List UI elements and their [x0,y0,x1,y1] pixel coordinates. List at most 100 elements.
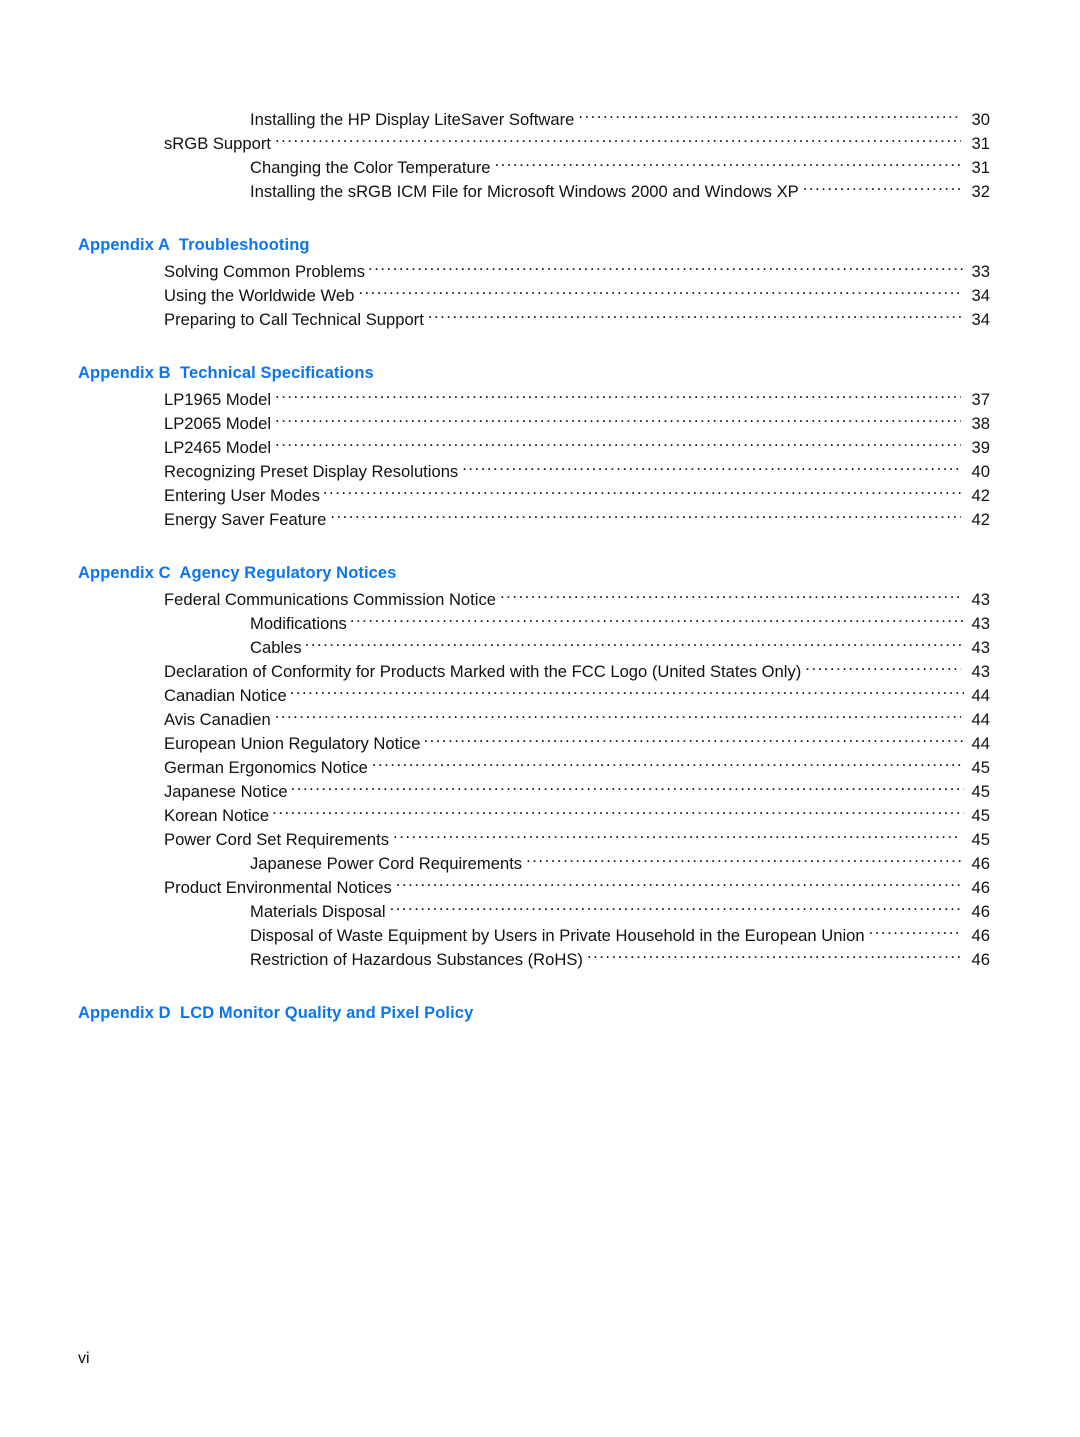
toc-entry-label: Canadian Notice [164,686,287,705]
toc-entry-label: Installing the sRGB ICM File for Microso… [250,182,799,201]
toc-entry-page-number: 40 [971,462,990,481]
toc-entry[interactable]: Declaration of Conformity for Products M… [164,660,990,684]
toc-entry[interactable]: Installing the sRGB ICM File for Microso… [250,180,990,204]
toc-entry[interactable]: Restriction of Hazardous Substances (RoH… [250,948,990,972]
toc-entry-page-number: 30 [971,110,990,129]
toc-entry[interactable]: Avis Canadien 44 [164,708,990,732]
toc-entry-label: Cables [250,638,302,657]
toc-entry[interactable]: Korean Notice 45 [164,804,990,828]
toc-leader-dots [275,388,961,405]
toc-entry[interactable]: Federal Communications Commission Notice… [164,588,990,612]
toc-entry[interactable]: Entering User Modes 42 [164,484,990,508]
toc-entry[interactable]: Cables 43 [250,636,990,660]
table-of-contents: Installing the HP Display LiteSaver Soft… [78,108,990,1028]
toc-entry[interactable]: LP1965 Model 37 [164,388,990,412]
toc-entry-page-number: 44 [971,686,990,705]
toc-entry[interactable]: LP2065 Model 38 [164,412,990,436]
toc-entry-page-number: 45 [971,782,990,801]
page-folio: vi [78,1350,90,1367]
toc-leader-dots [275,412,961,429]
toc-entry-page-number: 31 [971,134,990,153]
toc-entry-label: Federal Communications Commission Notice [164,590,496,609]
toc-entry[interactable]: Energy Saver Feature 42 [164,508,990,532]
toc-entry-label: German Ergonomics Notice [164,758,368,777]
toc-entry-page-number: 31 [971,158,990,177]
toc-leader-dots [390,900,961,917]
appendix-heading[interactable]: Appendix D LCD Monitor Quality and Pixel… [78,1002,990,1024]
toc-entry-page-number: 44 [971,734,990,753]
toc-entry[interactable]: sRGB Support 31 [164,132,990,156]
toc-leader-dots [500,588,961,605]
toc-entry-page-number: 34 [971,310,990,329]
toc-entry-label: Product Environmental Notices [164,878,392,897]
appendix-heading[interactable]: Appendix C Agency Regulatory Notices [78,562,990,584]
toc-leader-dots [578,108,961,125]
toc-entry-label: LP2065 Model [164,414,272,433]
toc-entry-label: LP2465 Model [164,438,272,457]
toc-leader-dots [587,948,961,965]
toc-entry[interactable]: Canadian Notice 44 [164,684,990,708]
toc-entry-page-number: 46 [971,902,990,921]
toc-entry[interactable]: Modifications 43 [250,612,990,636]
toc-leader-dots [323,484,964,501]
toc-entry-page-number: 45 [971,806,990,825]
toc-entry-label: Changing the Color Temperature [250,158,491,177]
toc-leader-dots [393,828,961,845]
toc-leader-dots [805,660,961,677]
toc-entry-page-number: 43 [971,662,990,681]
toc-entry-label: Japanese Notice [164,782,288,801]
appendix-heading[interactable]: Appendix A Troubleshooting [78,234,990,256]
toc-entry-page-number: 46 [971,878,990,897]
toc-entry[interactable]: Japanese Power Cord Requirements 46 [250,852,990,876]
toc-entry-label: Materials Disposal [250,902,386,921]
toc-entry[interactable]: Preparing to Call Technical Support 34 [164,308,990,332]
toc-entry-label: Energy Saver Feature [164,510,327,529]
toc-entry[interactable]: European Union Regulatory Notice 44 [164,732,990,756]
toc-entry[interactable]: Japanese Notice 45 [164,780,990,804]
toc-entry-label: Power Cord Set Requirements [164,830,390,849]
toc-leader-dots [358,284,961,301]
toc-entry[interactable]: Power Cord Set Requirements 45 [164,828,990,852]
toc-entry-page-number: 43 [971,638,990,657]
toc-leader-dots [272,804,964,821]
toc-leader-dots [290,684,964,701]
toc-leader-dots [275,132,961,149]
heading-spacer [78,1024,990,1028]
toc-entry-label: Avis Canadien [164,710,271,729]
toc-entry[interactable]: Disposal of Waste Equipment by Users in … [250,924,990,948]
toc-entry-label: European Union Regulatory Notice [164,734,421,753]
toc-entry[interactable]: Product Environmental Notices 46 [164,876,990,900]
toc-leader-dots [350,612,964,629]
toc-entry-label: Japanese Power Cord Requirements [250,854,523,873]
toc-entry-label: Recognizing Preset Display Resolutions [164,462,459,481]
toc-entry[interactable]: Using the Worldwide Web 34 [164,284,990,308]
toc-leader-dots [396,876,961,893]
toc-leader-dots [423,732,964,749]
toc-entry[interactable]: Recognizing Preset Display Resolutions 40 [164,460,990,484]
toc-entry-page-number: 46 [971,926,990,945]
toc-leader-dots [275,436,961,453]
toc-entry[interactable]: LP2465 Model 39 [164,436,990,460]
toc-entry-page-number: 39 [971,438,990,457]
toc-entry[interactable]: Installing the HP Display LiteSaver Soft… [250,108,990,132]
toc-entry-page-number: 37 [971,390,990,409]
toc-entry-page-number: 46 [971,854,990,873]
toc-leader-dots [275,708,961,725]
toc-entry-page-number: 32 [971,182,990,201]
toc-entry[interactable]: German Ergonomics Notice 45 [164,756,990,780]
toc-entry[interactable]: Materials Disposal 46 [250,900,990,924]
toc-entry-label: Installing the HP Display LiteSaver Soft… [250,110,575,129]
appendix-heading[interactable]: Appendix B Technical Specifications [78,362,990,384]
toc-entry-label: Modifications [250,614,347,633]
toc-leader-dots [462,460,961,477]
toc-leader-dots [291,780,964,797]
toc-leader-dots [330,508,961,525]
toc-entry-label: Korean Notice [164,806,270,825]
toc-entry-page-number: 38 [971,414,990,433]
toc-entry[interactable]: Solving Common Problems 33 [164,260,990,284]
toc-entry[interactable]: Changing the Color Temperature 31 [250,156,990,180]
toc-entry-label: LP1965 Model [164,390,272,409]
